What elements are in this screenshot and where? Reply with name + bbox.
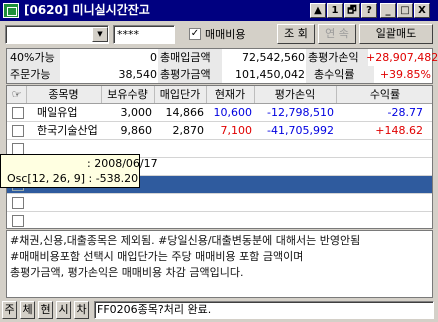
close-button[interactable]: X bbox=[414, 3, 430, 18]
summary-label: 총매입금액 bbox=[158, 49, 222, 66]
notice-line: 총평가금액, 평가손익은 매매비용 차감 금액입니다. bbox=[10, 266, 244, 279]
current-price: 7,100 bbox=[220, 124, 253, 137]
summary-label: 총평가손익 bbox=[306, 49, 368, 66]
summary-label: 주문가능 bbox=[7, 66, 60, 83]
notice-panel: #채권,신용,대출종목은 제외됨. #당일신용/대출변동분에 대해서는 반영안됨… bbox=[6, 230, 433, 298]
eval-pnl: -12,798,510 bbox=[267, 106, 334, 119]
summary-total-pnl: +28,907,482 bbox=[366, 51, 438, 64]
avg-price: 14,866 bbox=[165, 106, 205, 119]
column-header[interactable]: 매입단가 bbox=[154, 86, 207, 103]
screen-one-button[interactable]: 1 bbox=[327, 3, 343, 18]
bulk-sell-button[interactable]: 일괄매도 bbox=[359, 24, 433, 44]
column-header[interactable]: 종목명 bbox=[26, 86, 102, 103]
table-row[interactable]: 한국기술산업 9,860 2,870 7,100 -41,705,992 +14… bbox=[7, 122, 432, 140]
summary-label: 총평가금액 bbox=[158, 66, 222, 83]
eval-pnl: -41,705,992 bbox=[267, 124, 334, 137]
summary-label: 총수익률 bbox=[306, 66, 374, 83]
holding-qty: 3,000 bbox=[120, 106, 153, 119]
restore-button[interactable]: 🗗 bbox=[344, 3, 360, 18]
tooltip-date: : 2008/06/17 bbox=[87, 157, 158, 170]
fee-checkbox-label: 매매비용 bbox=[205, 28, 246, 41]
summary-panel: 40%가능 0 총매입금액 72,542,560 총평가손익 +28,907,4… bbox=[6, 48, 438, 84]
row-checkbox[interactable] bbox=[12, 197, 24, 209]
tooltip-osc: Osc[12, 26, 9] : -538.20 bbox=[7, 172, 139, 185]
table-row-empty[interactable] bbox=[7, 212, 432, 228]
pin-button[interactable]: ▲ bbox=[310, 3, 326, 18]
status-tab-price[interactable]: 현 bbox=[38, 301, 53, 319]
notice-line: #매매비용포함 선택시 매입단가는 주당 매매비용 포함 금액이며 bbox=[10, 250, 304, 263]
avg-price: 2,870 bbox=[172, 124, 205, 137]
column-header[interactable]: 평가손익 bbox=[254, 86, 337, 103]
summary-value: 72,542,560 bbox=[242, 51, 305, 64]
status-tab-order[interactable]: 주 bbox=[2, 301, 17, 319]
maximize-button[interactable]: □ bbox=[397, 3, 413, 18]
column-header[interactable]: 보유수량 bbox=[101, 86, 155, 103]
status-tab-time[interactable]: 시 bbox=[56, 301, 71, 319]
holding-qty: 9,860 bbox=[120, 124, 153, 137]
column-header[interactable]: 수익률 bbox=[336, 86, 432, 103]
status-message: FF0206종목?처리 완료. bbox=[94, 301, 434, 319]
status-tab-chart[interactable]: 차 bbox=[74, 301, 89, 319]
row-checkbox[interactable] bbox=[12, 107, 24, 119]
query-button[interactable]: 조 회 bbox=[277, 24, 315, 44]
filter-icon[interactable]: ☞ bbox=[7, 86, 27, 103]
app-icon bbox=[3, 3, 19, 18]
summary-total-rate: +39.85% bbox=[379, 68, 431, 81]
return-rate: -28.77 bbox=[387, 106, 423, 119]
row-checkbox[interactable] bbox=[12, 125, 24, 137]
stock-name: 매일유업 bbox=[37, 106, 78, 119]
return-rate: +148.62 bbox=[375, 124, 423, 137]
summary-value: 0 bbox=[150, 51, 157, 64]
password-field[interactable]: **** bbox=[113, 25, 175, 44]
column-header[interactable]: 현재가 bbox=[206, 86, 255, 103]
table-row-empty[interactable] bbox=[7, 194, 432, 212]
fee-checkbox[interactable]: ✓ bbox=[189, 28, 201, 40]
notice-line: #채권,신용,대출종목은 제외됨. #당일신용/대출변동분에 대해서는 반영안됨 bbox=[10, 234, 361, 247]
continue-button[interactable]: 연 속 bbox=[318, 24, 356, 44]
current-price: 10,600 bbox=[213, 106, 253, 119]
row-checkbox[interactable] bbox=[12, 215, 24, 227]
summary-label: 40%가능 bbox=[7, 49, 60, 66]
table-row[interactable]: 매일유업 3,000 14,866 10,600 -12,798,510 -28… bbox=[7, 104, 432, 122]
status-tab-execution[interactable]: 체 bbox=[20, 301, 35, 319]
minimize-button[interactable]: _ bbox=[380, 3, 396, 18]
stock-name: 한국기술산업 bbox=[37, 124, 98, 137]
help-button[interactable]: ? bbox=[361, 3, 377, 18]
window-title: [0620] 미니실시간잔고 bbox=[24, 3, 150, 17]
table-header: ☞ 종목명 보유수량 매입단가 현재가 평가손익 수익률 bbox=[7, 86, 432, 104]
chevron-down-icon[interactable]: ▼ bbox=[92, 27, 108, 42]
summary-value: 38,540 bbox=[118, 68, 158, 81]
chart-tooltip: : 2008/06/17 Osc[12, 26, 9] : -538.20 bbox=[0, 154, 158, 188]
summary-value: 101,450,042 bbox=[235, 68, 305, 81]
